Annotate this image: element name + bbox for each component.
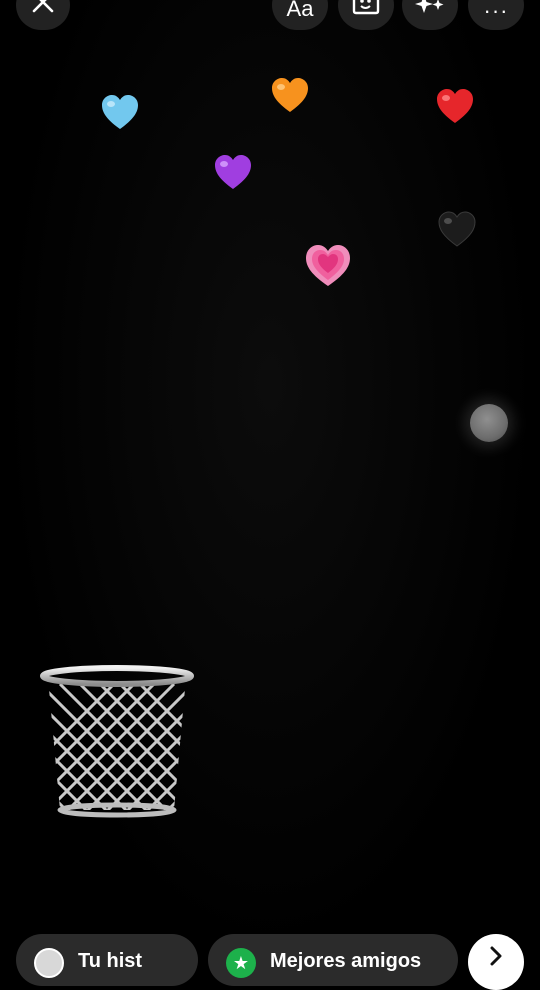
trash-icon[interactable] xyxy=(40,664,194,820)
text-tool-label: Aa xyxy=(286,0,314,21)
your-story-button[interactable]: Tu hist xyxy=(16,934,198,986)
close-icon xyxy=(30,0,56,20)
avatar xyxy=(34,948,64,978)
sparkles-icon xyxy=(414,0,446,20)
next-button[interactable] xyxy=(468,934,524,990)
purple-heart-icon[interactable] xyxy=(213,154,253,192)
orange-heart-icon[interactable] xyxy=(270,77,310,115)
pink-hearts-icon[interactable] xyxy=(304,243,352,289)
sticker-icon xyxy=(352,0,380,20)
red-heart-icon[interactable] xyxy=(435,88,475,126)
drag-handle[interactable] xyxy=(470,404,508,442)
chevron-right-icon xyxy=(487,946,505,971)
light-blue-heart-icon[interactable] xyxy=(100,94,140,132)
more-icon: ··· xyxy=(483,0,509,23)
star-icon: ★ xyxy=(226,948,256,978)
your-story-label: Tu hist xyxy=(78,950,143,972)
close-friends-button[interactable]: ★ Mejores amigos xyxy=(208,934,458,986)
black-heart-icon[interactable] xyxy=(437,211,477,249)
close-friends-label: Mejores amigos xyxy=(270,950,422,972)
